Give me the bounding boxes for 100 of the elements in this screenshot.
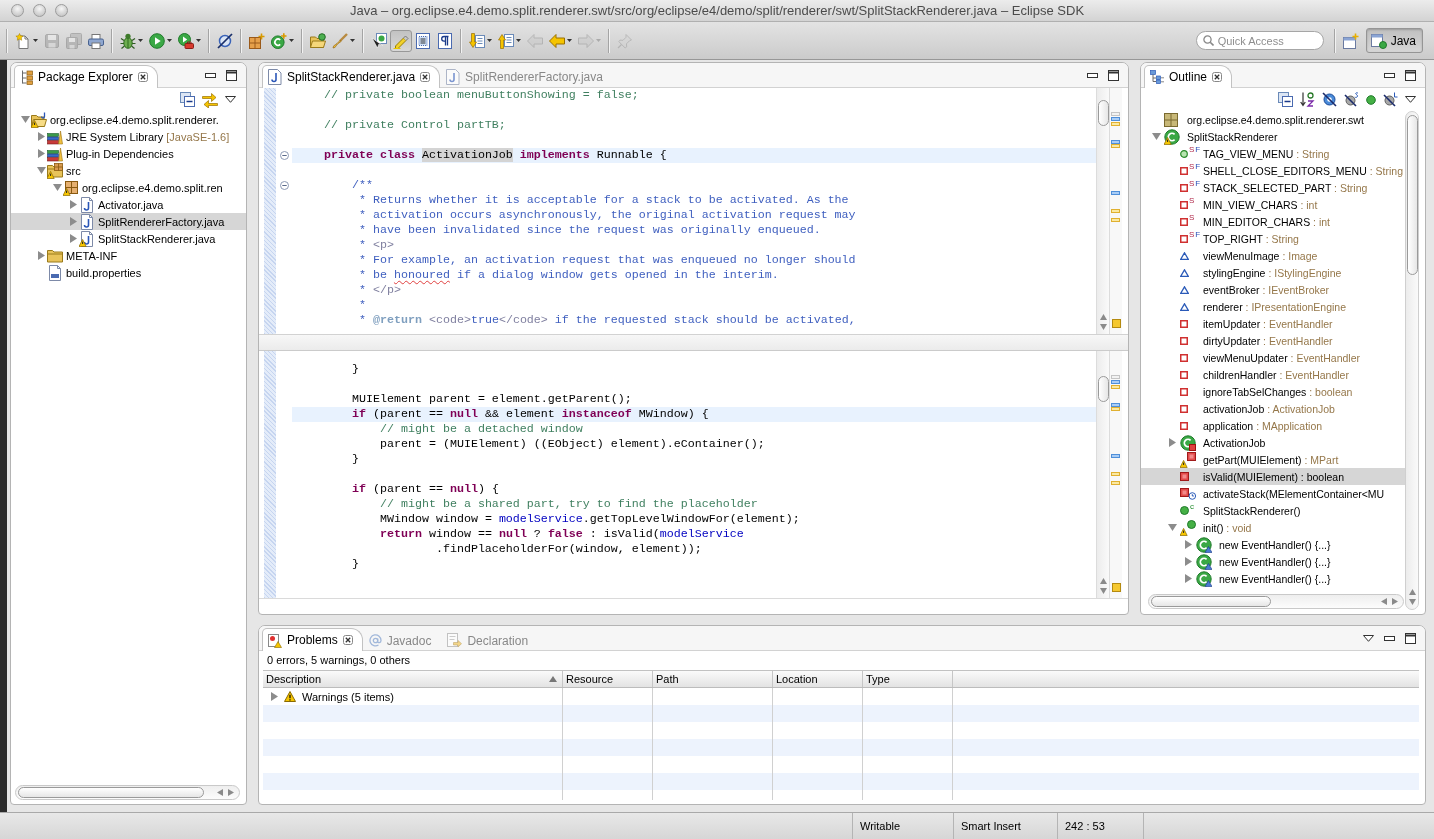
disclosure-triangle-icon[interactable] — [69, 217, 77, 226]
column-header[interactable]: Description — [263, 671, 563, 687]
disclosure-triangle-icon[interactable] — [37, 251, 45, 260]
tree-item[interactable]: stylingEngine : IStylingEngine — [1165, 264, 1342, 281]
scroll-right-icon[interactable] — [228, 789, 234, 796]
minimize-button[interactable] — [33, 4, 46, 17]
tree-item[interactable]: JRE System Library [JavaSE-1.6] — [35, 128, 230, 145]
crossed-circle-icon[interactable] — [1344, 92, 1359, 107]
scroll-up-icon[interactable] — [1099, 578, 1107, 584]
crossed-circle-icon[interactable] — [1383, 92, 1398, 107]
tree-item[interactable]: src — [35, 162, 81, 179]
sort-icon[interactable] — [1300, 92, 1315, 107]
scrollbar-thumb[interactable] — [18, 787, 204, 798]
caret-icon[interactable] — [350, 39, 355, 42]
tree-item[interactable]: S F TAG_VIEW_MENU : String — [1165, 145, 1330, 162]
column-header[interactable]: Location — [773, 671, 863, 687]
collapse-all-icon[interactable] — [180, 92, 195, 107]
ruler-marker-icon[interactable] — [1111, 218, 1120, 222]
scroll-up-icon[interactable] — [1408, 589, 1416, 595]
tree-item[interactable]: getPart(MUIElement) : MPart — [1165, 451, 1339, 468]
disclosure-triangle-icon[interactable] — [1184, 540, 1192, 549]
tree-item[interactable]: application : MApplication — [1165, 417, 1323, 434]
scrollbar[interactable] — [1405, 111, 1419, 610]
column-header[interactable]: Type — [863, 671, 953, 687]
tree-item[interactable]: org.eclipse.e4.demo.split.renderer.swt — [1149, 111, 1364, 128]
tree-item[interactable]: META-INF — [35, 247, 118, 264]
tree-item[interactable]: org.eclipse.e4.demo.split.ren — [51, 179, 223, 196]
ruler-marker-icon[interactable] — [1111, 191, 1120, 195]
tree-item[interactable]: SplitStackRenderer.java — [67, 230, 216, 247]
tree-item[interactable]: renderer : IPresentationEngine — [1165, 298, 1346, 315]
tree-item[interactable]: S F SHELL_CLOSE_EDITORS_MENU : String — [1165, 162, 1403, 179]
disclosure-triangle-icon[interactable] — [1167, 524, 1177, 531]
ruler-marker-icon[interactable] — [1111, 375, 1120, 379]
maximize-icon[interactable] — [1405, 69, 1416, 81]
ruler-marker-icon[interactable] — [1111, 472, 1120, 476]
view-tab[interactable]: Package Explorer — [14, 65, 158, 88]
tree-item[interactable]: SplitStackRenderer — [1149, 128, 1278, 145]
tree-item[interactable]: new EventHandler() {...} — [1181, 553, 1331, 570]
close-button[interactable] — [11, 4, 24, 17]
caret-icon[interactable] — [196, 39, 201, 42]
minimize-icon[interactable] — [1087, 72, 1098, 78]
disclosure-triangle-icon[interactable] — [20, 116, 30, 123]
scrollbar-thumb[interactable] — [1097, 376, 1109, 402]
close-icon[interactable] — [420, 72, 431, 82]
quick-access-field[interactable]: Quick Access — [1195, 31, 1324, 50]
tree-item[interactable]: Activator.java — [67, 196, 164, 213]
disclosure-triangle-icon[interactable] — [37, 149, 45, 158]
tree-item[interactable]: eventBroker : IEventBroker — [1165, 281, 1330, 298]
tree-item[interactable]: build.properties — [35, 264, 142, 281]
ruler-marker-icon[interactable] — [1111, 144, 1120, 148]
scroll-down-icon[interactable] — [1099, 588, 1107, 594]
warning-status-icon[interactable] — [1111, 583, 1121, 592]
view-tab[interactable]: Problems — [262, 628, 363, 651]
scrollbar[interactable] — [1096, 88, 1110, 334]
zoom-button[interactable] — [55, 4, 68, 17]
caret-icon[interactable] — [516, 39, 521, 42]
tree-row-label[interactable]: Warnings (5 items) — [302, 690, 394, 703]
fold-toggle-icon[interactable] — [279, 151, 289, 160]
ruler-marker-icon[interactable] — [1111, 407, 1120, 411]
scroll-up-icon[interactable] — [1099, 314, 1107, 320]
scrollbar[interactable] — [1096, 351, 1110, 598]
disclosure-triangle-icon[interactable] — [271, 692, 278, 701]
disclosure-triangle-icon[interactable] — [1184, 574, 1192, 583]
tree-item[interactable]: S F STACK_SELECTED_PART : String — [1165, 179, 1368, 196]
tree-item[interactable]: init() : void — [1165, 519, 1252, 536]
overview-ruler[interactable] — [1110, 88, 1122, 334]
warning-status-icon[interactable] — [1111, 319, 1121, 328]
scrollbar[interactable] — [1148, 594, 1404, 609]
scroll-left-icon[interactable] — [1381, 598, 1387, 605]
tree-item[interactable]: dirtyUpdater : EventHandler — [1165, 332, 1333, 349]
tree-item[interactable]: S F TOP_RIGHT : String — [1165, 230, 1299, 247]
disclosure-triangle-icon[interactable] — [1184, 557, 1192, 566]
maximize-icon[interactable] — [1405, 632, 1416, 644]
maximize-icon[interactable] — [1108, 69, 1119, 81]
disclosure-triangle-icon[interactable] — [1151, 133, 1161, 140]
ruler-marker-icon[interactable] — [1111, 481, 1120, 485]
caret-icon[interactable] — [33, 39, 38, 42]
scrollbar[interactable] — [15, 785, 240, 800]
ruler-marker-icon[interactable] — [1111, 117, 1120, 121]
tree-item[interactable]: ignoreTabSelChanges : boolean — [1165, 383, 1353, 400]
editor-tab[interactable]: SplitStackRenderer.java — [262, 65, 441, 88]
close-icon[interactable] — [342, 635, 353, 645]
ruler-marker-icon[interactable] — [1111, 209, 1120, 213]
scrollbar-thumb[interactable] — [1151, 596, 1271, 607]
tree-item[interactable]: SplitRendererFactory.java — [11, 213, 246, 230]
close-icon[interactable] — [137, 72, 148, 82]
view-menu-icon[interactable] — [1363, 634, 1374, 642]
disclosure-triangle-icon[interactable] — [52, 184, 62, 191]
scrollbar-thumb[interactable] — [1097, 100, 1109, 126]
ruler-marker-icon[interactable] — [1111, 385, 1120, 389]
tree-item[interactable]: viewMenuUpdater : EventHandler — [1165, 349, 1360, 366]
tree-item[interactable]: activateStack(MElementContainer<MU — [1165, 485, 1385, 502]
view-menu-icon[interactable] — [225, 96, 236, 103]
disclosure-triangle-icon[interactable] — [69, 234, 77, 243]
close-icon[interactable] — [1212, 72, 1223, 82]
ruler-marker-icon[interactable] — [1111, 112, 1120, 116]
caret-icon[interactable] — [138, 39, 143, 42]
ruler-marker-icon[interactable] — [1111, 140, 1120, 144]
ruler-marker-icon[interactable] — [1111, 403, 1120, 407]
ruler-marker-icon[interactable] — [1111, 122, 1120, 126]
